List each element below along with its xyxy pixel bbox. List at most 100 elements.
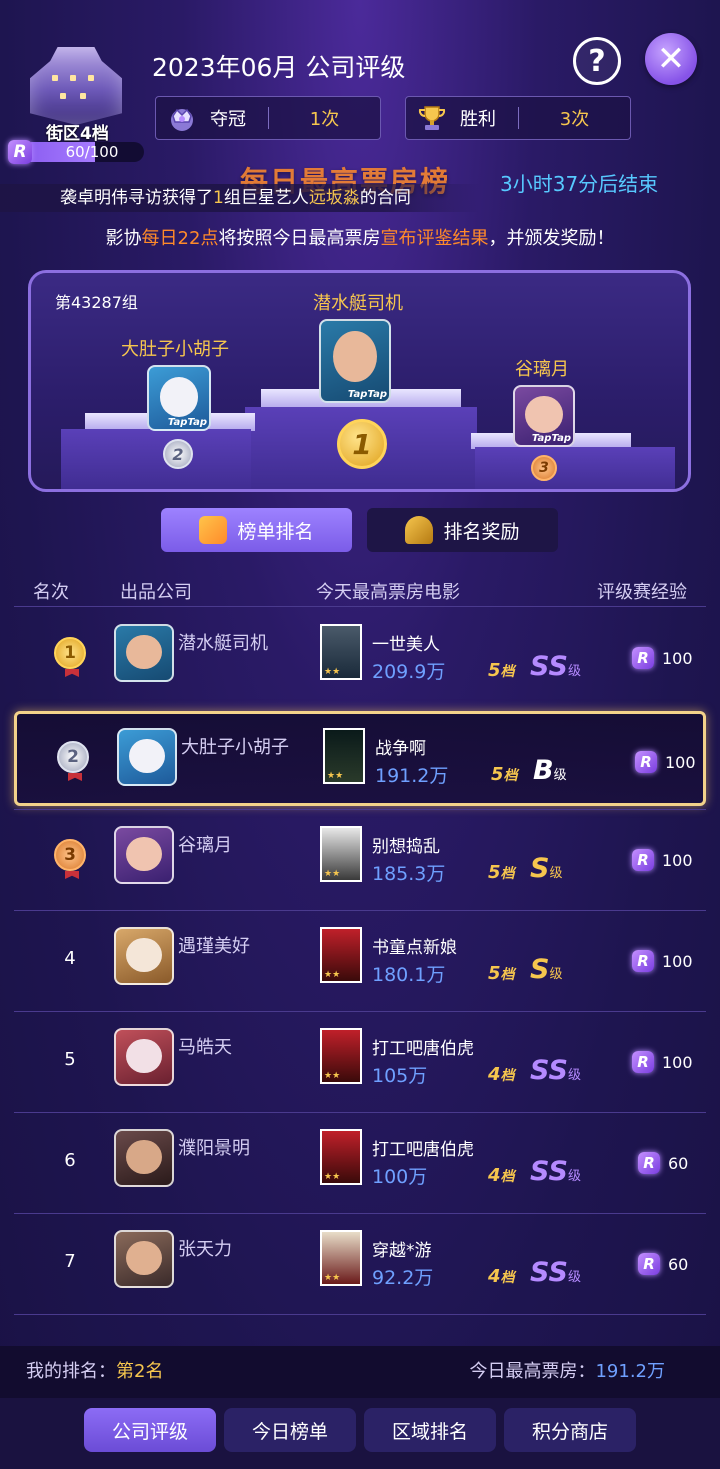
company-avatar[interactable] [117, 728, 177, 786]
podium-first-avatar[interactable]: TapTap [319, 319, 391, 403]
avatar-face [126, 1240, 162, 1276]
avatar-tag: TapTap [347, 389, 387, 400]
exp-value: 100 [665, 752, 696, 772]
exp-reward: R 100 [632, 950, 693, 972]
star-rating-icon: ★★ [324, 667, 341, 677]
tier-badge: 5档 [488, 963, 515, 984]
exp-reward: R 100 [632, 647, 693, 669]
grade-badge: S级 [530, 954, 562, 985]
tier-badge: 5档 [491, 764, 518, 785]
table-row[interactable]: 4 遇瑾美好 ★★ 书童点新娘 180.1万 5档 S级 R 100 [0, 910, 720, 1011]
col-rank: 名次 [33, 582, 69, 603]
notice-highlight: 宣布评鉴结果 [380, 228, 489, 249]
news-highlight: 远坂淼 [308, 188, 360, 208]
company-name: 马皓天 [178, 1037, 232, 1058]
district-building-icon [30, 47, 122, 125]
tab-ranking-list[interactable]: 榜单排名 [161, 508, 352, 552]
today-box-value: 191.2万 [595, 1361, 665, 1382]
podium-second-avatar[interactable]: TapTap [147, 365, 211, 431]
movie-poster[interactable]: ★★ [320, 927, 362, 983]
nav-company-rating[interactable]: 公司评级 [84, 1408, 216, 1452]
window-light [88, 75, 94, 81]
table-row[interactable]: 3 谷璃月 ★★ 别想捣乱 185.3万 5档 S级 R 100 [0, 809, 720, 910]
movie-poster[interactable]: ★★ [320, 1129, 362, 1185]
avatar-face [126, 1139, 162, 1175]
crown-icon [164, 100, 200, 136]
grade-value: SS [530, 1257, 568, 1288]
exp-value: 100 [662, 951, 693, 971]
r-point-icon: R [632, 647, 654, 669]
tier-badge: 4档 [488, 1165, 515, 1186]
grade-badge: SS级 [530, 1156, 581, 1187]
rank-number: 7 [64, 1251, 76, 1272]
nav-daily-list[interactable]: 今日榜单 [224, 1408, 356, 1452]
podium-third-avatar[interactable]: TapTap [513, 385, 575, 447]
r-point-icon: R [638, 1152, 660, 1174]
grade-badge: SS级 [530, 651, 581, 682]
movie-title: 打工吧唐伯虎 [372, 1039, 474, 1059]
table-row[interactable]: 5 马皓天 ★★ 打工吧唐伯虎 105万 4档 SS级 R 100 [0, 1011, 720, 1112]
company-name: 大肚子小胡子 [181, 737, 289, 758]
exp-reward: R 60 [638, 1152, 688, 1174]
table-row[interactable]: 6 濮阳景明 ★★ 打工吧唐伯虎 100万 4档 SS级 R 60 [0, 1112, 720, 1213]
company-avatar[interactable] [114, 624, 174, 682]
grade-unit: 级 [567, 1169, 581, 1184]
exp-value: 60 [668, 1153, 689, 1173]
table-header: 名次 出品公司 今天最高票房电影 评级赛经验 [0, 578, 720, 603]
tab-label: 排名奖励 [443, 520, 520, 543]
champion-label: 夺冠 [210, 109, 246, 130]
movie-poster[interactable]: ★★ [320, 1230, 362, 1286]
avatar-face [333, 330, 377, 382]
divider [14, 1314, 706, 1315]
rank-medal-icon: 2 [57, 741, 89, 773]
news-highlight: 1 [213, 188, 224, 208]
movie-poster[interactable]: ★★ [320, 624, 362, 680]
movie-poster[interactable]: ★★ [320, 1028, 362, 1084]
tier-unit: 档 [500, 664, 515, 680]
r-point-icon: R [638, 1253, 660, 1275]
trophy-icon [414, 100, 450, 136]
movie-poster[interactable]: ★★ [320, 826, 362, 882]
table-row[interactable]: 7 张天力 ★★ 穿越*游 92.2万 4档 SS级 R 60 [0, 1213, 720, 1314]
movie-title: 穿越*游 [372, 1241, 432, 1261]
nav-points-shop[interactable]: 积分商店 [504, 1408, 636, 1452]
exp-value: 100 [662, 850, 693, 870]
help-button[interactable]: ? [573, 37, 621, 85]
group-id: 第43287组 [55, 293, 138, 312]
movie-box-office: 185.3万 [372, 863, 446, 885]
podium-panel: 第43287组 潜水艇司机 TapTap 1 大肚子小胡子 TapTap 2 谷… [28, 270, 691, 492]
notice-text: 影协 [105, 228, 142, 249]
star-rating-icon: ★★ [324, 869, 341, 879]
company-name: 张天力 [178, 1239, 232, 1260]
notice-text: ，并颁发奖励！ [488, 228, 615, 249]
table-row[interactable]: 2 大肚子小胡子 ★★ 战争啊 191.2万 5档 B级 R 100 [14, 711, 706, 806]
close-button[interactable]: ✕ [645, 33, 697, 85]
avatar-tag: TapTap [531, 433, 571, 444]
podium-third-name: 谷璃月 [515, 359, 569, 380]
tier-value: 5 [491, 764, 504, 785]
tab-ranking-rewards[interactable]: 排名奖励 [367, 508, 558, 552]
company-avatar[interactable] [114, 826, 174, 884]
company-avatar[interactable] [114, 1129, 174, 1187]
divider [14, 809, 706, 810]
bottom-nav: 公司评级 今日榜单 区域排名 积分商店 [0, 1398, 720, 1469]
movie-title: 打工吧唐伯虎 [372, 1140, 474, 1160]
page-title: 2023年06月 公司评级 [152, 53, 406, 82]
nav-region-ranking[interactable]: 区域排名 [364, 1408, 496, 1452]
company-avatar[interactable] [114, 1028, 174, 1086]
table-row[interactable]: 1 潜水艇司机 ★★ 一世美人 209.9万 5档 SS级 R 100 [0, 607, 720, 708]
movie-title: 一世美人 [372, 635, 440, 655]
tab-label: 榜单排名 [237, 520, 314, 543]
district-progress-text: 60/100 [65, 143, 119, 161]
district-level: 街区4档 [46, 124, 109, 144]
grade-badge: S级 [530, 853, 562, 884]
window-light [80, 93, 86, 99]
grade-badge: B级 [533, 755, 567, 786]
victory-count-box: 胜利 3次 [405, 96, 631, 140]
col-company: 出品公司 [120, 582, 192, 603]
company-avatar[interactable] [114, 1230, 174, 1288]
tier-unit: 档 [500, 866, 515, 882]
movie-poster[interactable]: ★★ [323, 728, 365, 784]
district-badge[interactable]: 街区4档 60/100 R [8, 45, 144, 165]
company-avatar[interactable] [114, 927, 174, 985]
